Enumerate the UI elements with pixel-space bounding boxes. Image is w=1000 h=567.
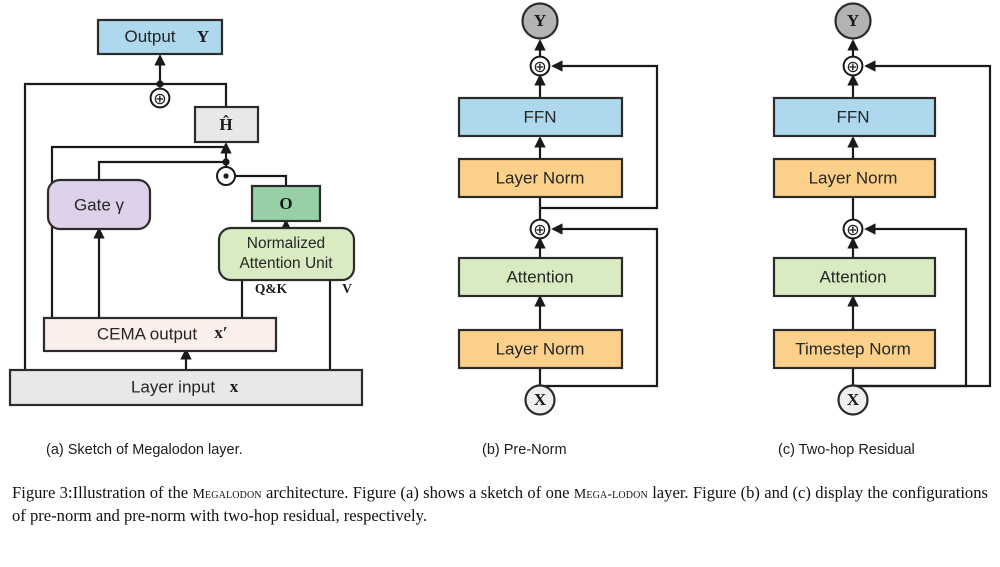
- block-attention-label-c: Attention: [819, 267, 886, 286]
- box-gate: Gate γ: [46, 178, 152, 231]
- terminal-y-label-c: Y: [847, 11, 859, 30]
- box-gate-label: Gate γ: [74, 195, 125, 214]
- terminal-x-label-b: X: [534, 390, 547, 409]
- block-attention-panel-c: Attention: [772, 256, 937, 298]
- figure-number: Figure 3:: [12, 483, 73, 502]
- box-cema-math: x′: [214, 323, 227, 342]
- box-o-label: O: [279, 194, 292, 213]
- wire-cema-residual-to-hadamard-top: [50, 145, 226, 318]
- terminal-x-label-c: X: [847, 390, 860, 409]
- box-h-hat-label: Ĥ: [219, 115, 232, 134]
- subcaption-c: (c) Two-hop Residual: [778, 442, 915, 458]
- caption-brand-megalodon-2b: lodon: [612, 487, 648, 502]
- box-h-hat: Ĥ: [193, 105, 260, 144]
- block-ffn-panel-c: FFN: [772, 96, 937, 138]
- box-o: O: [250, 184, 322, 223]
- block-ffn-label-c: FFN: [836, 107, 869, 126]
- caption-brand-megalodon-2a: Mega-: [573, 487, 613, 502]
- box-cema-output: CEMA output x′: [42, 316, 278, 353]
- operator-add-upper-glyph-b: ⊕: [533, 57, 546, 76]
- operator-add-upper-panel-c: ⊕: [842, 55, 864, 77]
- operator-add-lower-glyph-c: ⊕: [846, 220, 859, 239]
- architecture-diagram: Output Y Ĥ Gate γ O Normalized Attentio…: [8, 2, 992, 416]
- panel-a-group: Output Y Ĥ Gate γ O Normalized Attentio…: [8, 18, 364, 407]
- caption-brand-megalodon-1: Megalodon: [192, 487, 262, 502]
- junction-dot-hadamard-upper: [222, 158, 230, 166]
- caption-text-1: Illustration of the: [72, 483, 193, 502]
- terminal-y-label-b: Y: [534, 11, 546, 30]
- junction-dot-add: [156, 80, 164, 88]
- subcaption-row: (a) Sketch of Megalodon layer. (b) Pre-N…: [0, 430, 1000, 470]
- operator-add-lower-glyph-b: ⊕: [533, 220, 546, 239]
- box-cema-label: CEMA output: [97, 324, 197, 343]
- figure-3-container: Output Y Ĥ Gate γ O Normalized Attentio…: [0, 0, 1000, 567]
- block-layer-norm-lower-panel-b: Layer Norm: [457, 328, 624, 370]
- operator-add-upper-panel-b: ⊕: [529, 55, 551, 77]
- operator-add-glyph: ⊕: [153, 89, 166, 108]
- operator-hadamard-panel-a: [216, 166, 236, 186]
- block-layer-norm-panel-c: Layer Norm: [772, 157, 937, 199]
- terminal-x-panel-c: X: [837, 384, 869, 416]
- edge-label-v: V: [342, 281, 352, 296]
- box-nau-label-line1: Normalized: [247, 235, 325, 252]
- box-nau-label-line2: Attention Unit: [239, 255, 333, 272]
- box-output-y-label: Output: [124, 27, 175, 46]
- box-layer-input-label: Layer input: [131, 377, 215, 396]
- block-attention-label-b: Attention: [506, 267, 573, 286]
- block-ffn-label-b: FFN: [523, 107, 556, 126]
- block-layer-norm-label-c: Layer Norm: [809, 168, 898, 187]
- subcaption-b: (b) Pre-Norm: [482, 442, 567, 458]
- edge-label-qk: Q&K: [255, 281, 288, 296]
- box-output-y-math: Y: [197, 27, 209, 46]
- operator-add-lower-panel-b: ⊕: [529, 218, 551, 240]
- panel-c-group: Y ⊕ FFN Layer Norm ⊕ Attention Timestep …: [772, 2, 992, 416]
- subcaption-a: (a) Sketch of Megalodon layer.: [46, 442, 243, 458]
- terminal-y-panel-c: Y: [834, 2, 872, 40]
- block-timestep-norm-label-c: Timestep Norm: [795, 339, 911, 358]
- block-layer-norm-lower-label-b: Layer Norm: [496, 339, 585, 358]
- caption-text-2: architecture. Figure (a) shows a sketch …: [261, 483, 574, 502]
- terminal-x-panel-b: X: [524, 384, 556, 416]
- box-layer-input-math: x: [230, 377, 239, 396]
- box-output-y: Output Y: [96, 18, 224, 56]
- block-attention-panel-b: Attention: [457, 256, 624, 298]
- operator-add-upper-glyph-c: ⊕: [846, 57, 859, 76]
- box-layer-input: Layer input x: [8, 368, 364, 407]
- block-ffn-panel-b: FFN: [457, 96, 624, 138]
- operator-add-panel-a: ⊕: [149, 87, 171, 109]
- figure-caption: Figure 3:Illustration of the Megalodon a…: [12, 482, 988, 527]
- block-layer-norm-upper-label-b: Layer Norm: [496, 168, 585, 187]
- operator-add-lower-panel-c: ⊕: [842, 218, 864, 240]
- block-timestep-norm-panel-c: Timestep Norm: [772, 328, 937, 370]
- panel-b-group: Y ⊕ FFN Layer Norm ⊕ Attention Layer Nor…: [457, 2, 659, 416]
- box-normalized-attention-unit: Normalized Attention Unit: [217, 226, 356, 282]
- terminal-y-panel-b: Y: [521, 2, 559, 40]
- block-layer-norm-upper-panel-b: Layer Norm: [457, 157, 624, 199]
